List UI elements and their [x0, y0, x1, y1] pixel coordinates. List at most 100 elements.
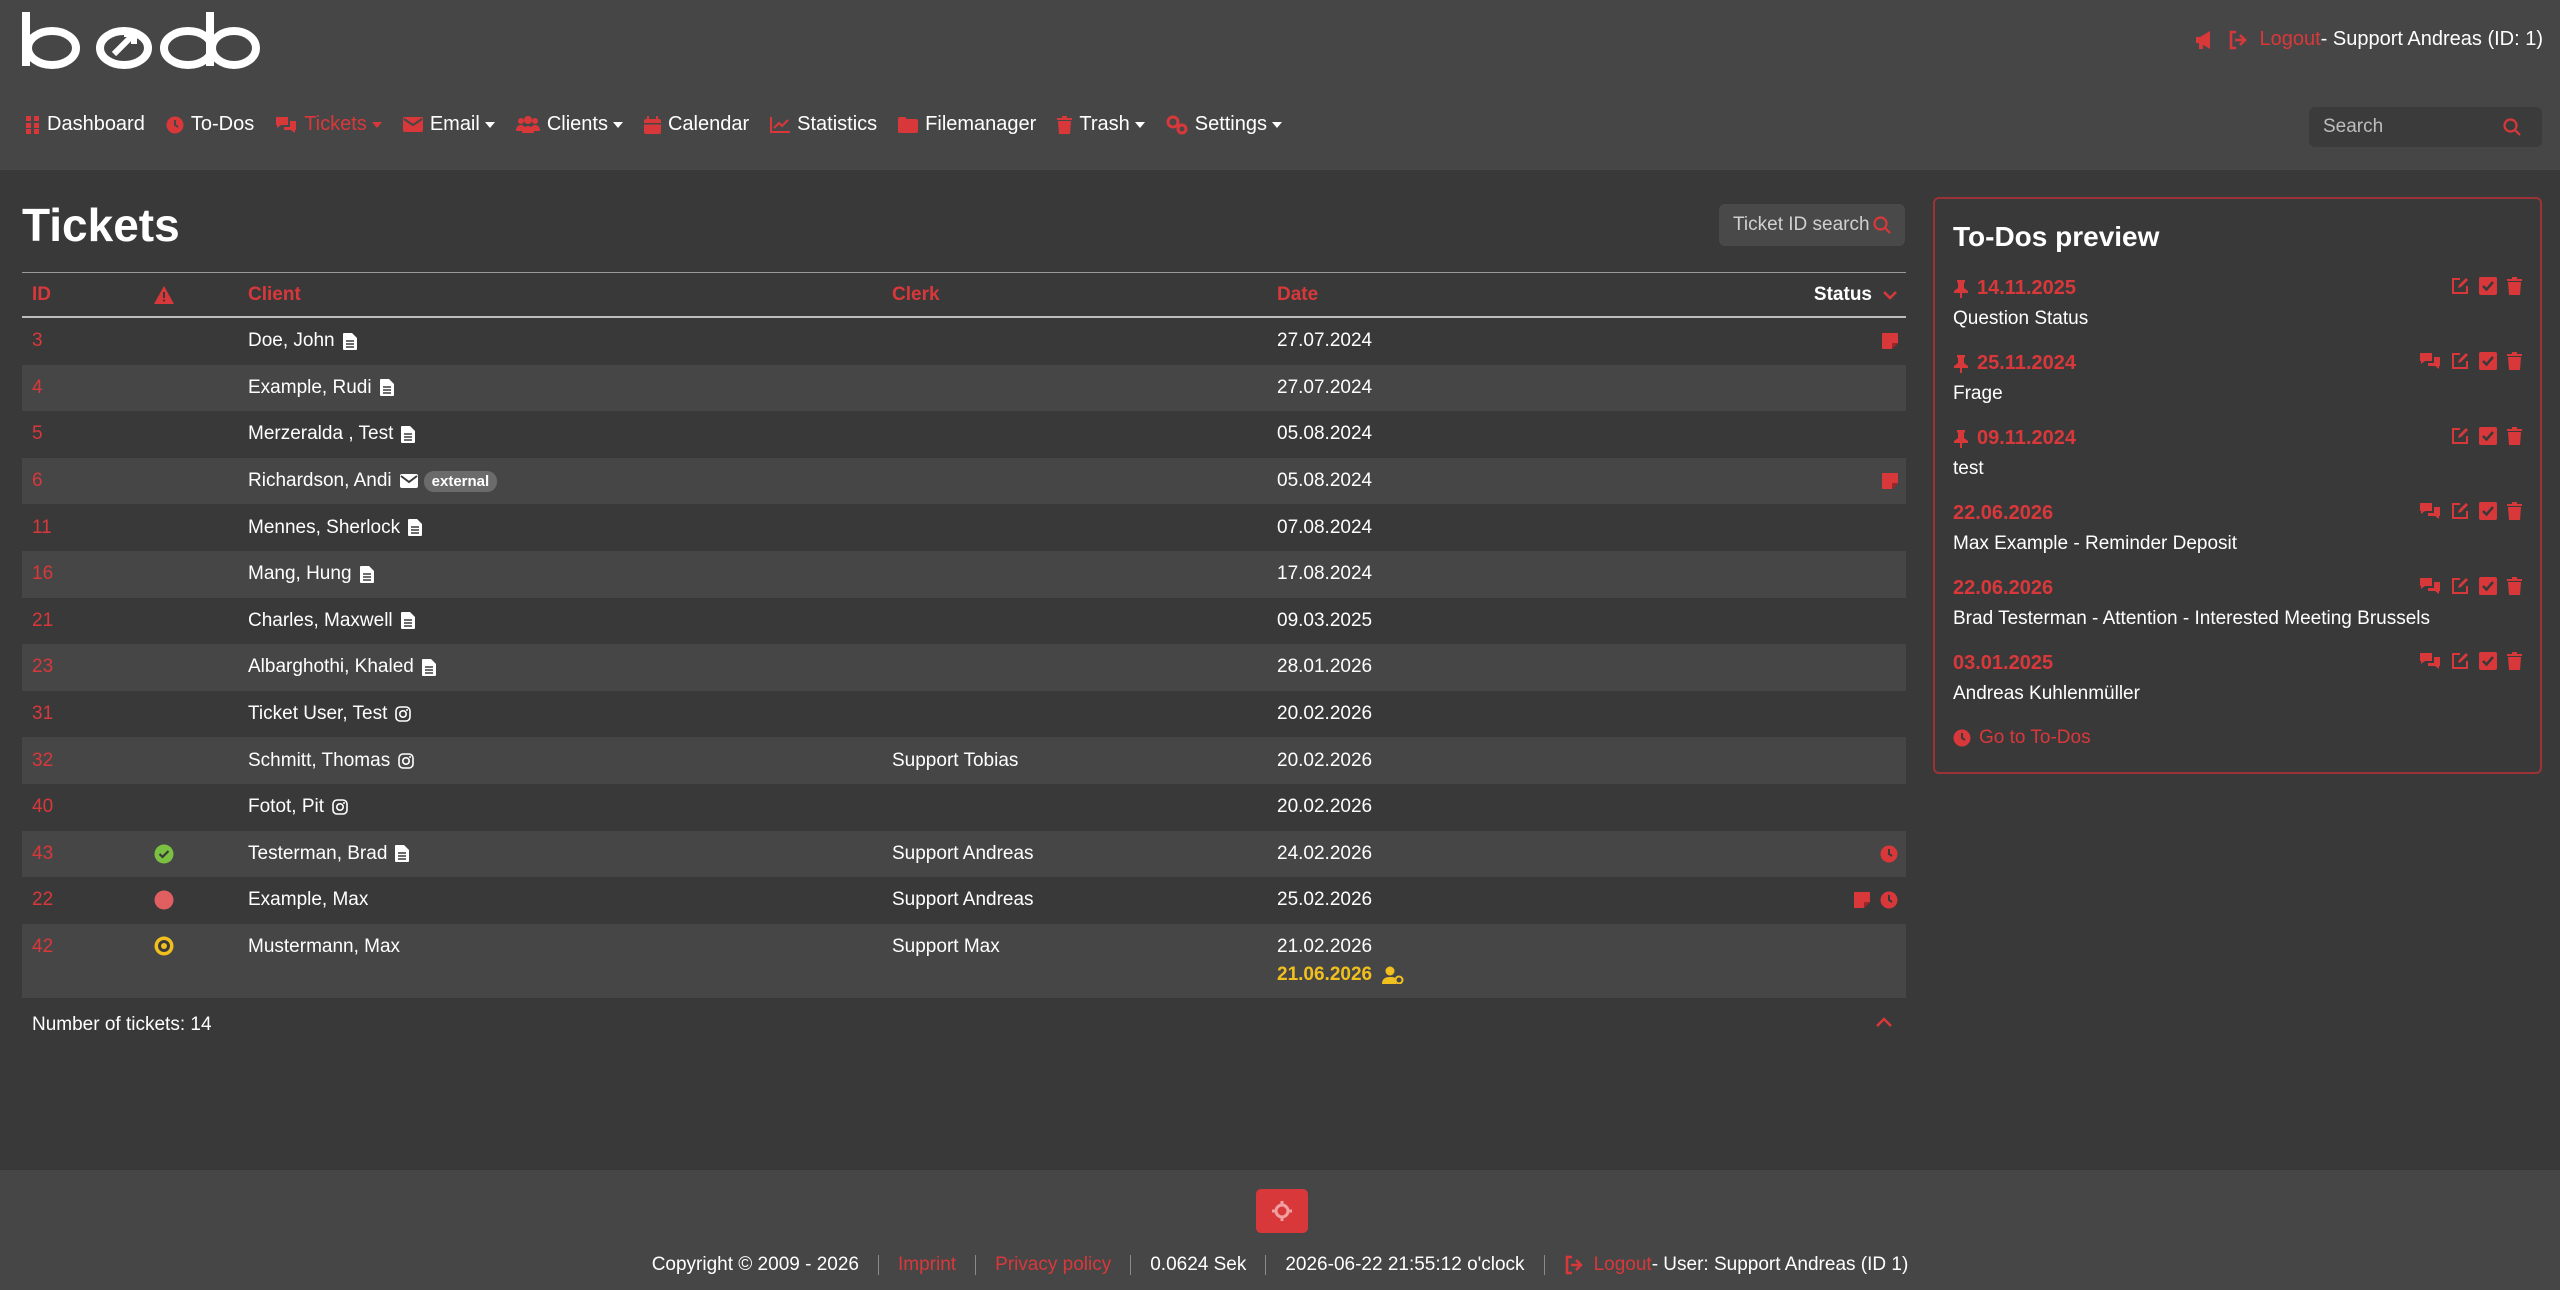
- nav-filemanager[interactable]: Filemanager: [898, 113, 1036, 136]
- check-square-icon[interactable]: [2479, 577, 2497, 595]
- imprint-link[interactable]: Imprint: [898, 1254, 956, 1276]
- edit-icon[interactable]: [2451, 502, 2469, 520]
- sticky-note-icon[interactable]: [1854, 892, 1870, 909]
- table-row[interactable]: 43 Testerman, Brad Support Andreas 24.02.20…: [22, 830, 1906, 878]
- sticky-note-icon[interactable]: [1882, 333, 1898, 350]
- col-status[interactable]: Status: [1677, 284, 1906, 306]
- table-row[interactable]: 23 Albarghothi, Khaled 28.01.2026: [22, 644, 1906, 691]
- todo-item[interactable]: 25.11.2024 Frage: [1953, 352, 2522, 407]
- nav-calendar[interactable]: Calendar: [643, 113, 749, 136]
- col-clerk[interactable]: Clerk: [892, 284, 1277, 306]
- check-square-icon[interactable]: [2479, 277, 2497, 295]
- col-client[interactable]: Client: [248, 284, 892, 306]
- table-row[interactable]: 6 Richardson, Andi external 05.08.2024: [22, 457, 1906, 505]
- comments-icon[interactable]: [2419, 502, 2441, 520]
- trash-icon[interactable]: [2507, 352, 2522, 370]
- client-name[interactable]: Testerman, Brad: [248, 843, 387, 865]
- table-row[interactable]: 11 Mennes, Sherlock 07.08.2024: [22, 504, 1906, 551]
- nav-tickets[interactable]: Tickets: [275, 113, 382, 136]
- ticket-id-link[interactable]: 32: [22, 750, 132, 772]
- edit-icon[interactable]: [2451, 277, 2469, 295]
- check-square-icon[interactable]: [2479, 427, 2497, 445]
- clock-icon[interactable]: [1880, 891, 1898, 909]
- edit-icon[interactable]: [2451, 352, 2469, 370]
- client-name[interactable]: Schmitt, Thomas: [248, 750, 390, 772]
- ticket-id-link[interactable]: 42: [22, 936, 132, 958]
- nav-trash[interactable]: Trash: [1057, 113, 1145, 136]
- ticket-id-link[interactable]: 3: [22, 330, 132, 352]
- megaphone-icon[interactable]: [2194, 30, 2216, 50]
- client-name[interactable]: Ticket User, Test: [248, 703, 387, 725]
- client-name[interactable]: Mennes, Sherlock: [248, 517, 400, 539]
- table-row[interactable]: 4 Example, Rudi 27.07.2024: [22, 364, 1906, 412]
- table-row[interactable]: 21 Charles, Maxwell 09.03.2025: [22, 598, 1906, 645]
- nav-settings[interactable]: Settings: [1166, 113, 1282, 136]
- client-name[interactable]: Charles, Maxwell: [248, 610, 393, 632]
- edit-icon[interactable]: [2451, 577, 2469, 595]
- clock-icon[interactable]: [1880, 845, 1898, 863]
- goto-todos-link[interactable]: Go to To-Dos: [1953, 727, 2522, 749]
- todo-item[interactable]: 09.11.2024 test: [1953, 427, 2522, 482]
- client-name[interactable]: Example, Rudi: [248, 377, 372, 399]
- nav-email[interactable]: Email: [402, 113, 495, 136]
- client-name[interactable]: Fotot, Pit: [248, 796, 324, 818]
- comments-icon[interactable]: [2419, 652, 2441, 670]
- nav-statistics[interactable]: Statistics: [770, 113, 877, 136]
- bodo-logo[interactable]: [20, 10, 260, 70]
- todo-item[interactable]: 03.01.2025 Andreas Kuhlenmüller: [1953, 652, 2522, 707]
- comments-icon[interactable]: [2419, 577, 2441, 595]
- client-name[interactable]: Mustermann, Max: [248, 936, 400, 958]
- client-name[interactable]: Merzeralda , Test: [248, 423, 393, 445]
- edit-icon[interactable]: [2451, 652, 2469, 670]
- table-row[interactable]: 16 Mang, Hung 17.08.2024: [22, 550, 1906, 598]
- ticket-id-link[interactable]: 11: [22, 517, 132, 539]
- footer-logout-link[interactable]: Logout: [1594, 1254, 1652, 1276]
- nav-todos[interactable]: To-Dos: [166, 113, 254, 136]
- ticket-id-link[interactable]: 16: [22, 563, 132, 585]
- todo-item[interactable]: 14.11.2025 Question Status: [1953, 277, 2522, 332]
- col-date[interactable]: Date: [1277, 284, 1677, 306]
- ticket-id-link[interactable]: 43: [22, 843, 132, 865]
- client-name[interactable]: Mang, Hung: [248, 563, 352, 585]
- trash-icon[interactable]: [2507, 427, 2522, 445]
- table-row[interactable]: 31 Ticket User, Test 20.02.2026: [22, 691, 1906, 738]
- trash-icon[interactable]: [2507, 277, 2522, 295]
- logout-link[interactable]: Logout: [2260, 28, 2321, 51]
- table-row[interactable]: 22 Example, Max Support Andreas 25.02.2026: [22, 877, 1906, 924]
- check-square-icon[interactable]: [2479, 652, 2497, 670]
- chevron-up-icon[interactable]: [1875, 1016, 1893, 1028]
- comments-icon[interactable]: [2419, 352, 2441, 370]
- ticket-id-link[interactable]: 31: [22, 703, 132, 725]
- settings-gear-button[interactable]: [1256, 1189, 1308, 1233]
- ticket-id-link[interactable]: 6: [22, 470, 132, 492]
- nav-dashboard[interactable]: Dashboard: [26, 113, 145, 136]
- table-row[interactable]: 32 Schmitt, Thomas Support Tobias 20.02.202…: [22, 737, 1906, 784]
- check-square-icon[interactable]: [2479, 352, 2497, 370]
- ticket-id-link[interactable]: 21: [22, 610, 132, 632]
- table-row[interactable]: 5 Merzeralda , Test 05.08.2024: [22, 411, 1906, 458]
- edit-icon[interactable]: [2451, 427, 2469, 445]
- check-square-icon[interactable]: [2479, 502, 2497, 520]
- col-id[interactable]: ID: [22, 284, 132, 306]
- ticket-id-search[interactable]: Ticket ID search: [1719, 204, 1905, 246]
- global-search-input[interactable]: [2323, 116, 2503, 138]
- client-name[interactable]: Doe, John: [248, 330, 335, 352]
- ticket-id-link[interactable]: 5: [22, 423, 132, 445]
- table-row[interactable]: 40 Fotot, Pit 20.02.2026: [22, 784, 1906, 831]
- todo-item[interactable]: 22.06.2026 Max Example - Reminder Deposit: [1953, 502, 2522, 557]
- privacy-link[interactable]: Privacy policy: [995, 1254, 1111, 1276]
- nav-clients[interactable]: Clients: [515, 113, 623, 136]
- trash-icon[interactable]: [2507, 652, 2522, 670]
- todo-item[interactable]: 22.06.2026 Brad Testerman - Attention - I…: [1953, 577, 2522, 632]
- ticket-id-link[interactable]: 40: [22, 796, 132, 818]
- table-row[interactable]: 3 Doe, John 27.07.2024: [22, 318, 1906, 365]
- client-name[interactable]: Example, Max: [248, 889, 368, 911]
- client-name[interactable]: Richardson, Andi: [248, 470, 392, 492]
- trash-icon[interactable]: [2507, 577, 2522, 595]
- trash-icon[interactable]: [2507, 502, 2522, 520]
- client-name[interactable]: Albarghothi, Khaled: [248, 656, 414, 678]
- table-row[interactable]: 42 Mustermann, Max Support Max 21.02.2026 21…: [22, 923, 1906, 998]
- ticket-id-link[interactable]: 4: [22, 377, 132, 399]
- col-priority[interactable]: [132, 285, 248, 304]
- sticky-note-icon[interactable]: [1882, 473, 1898, 490]
